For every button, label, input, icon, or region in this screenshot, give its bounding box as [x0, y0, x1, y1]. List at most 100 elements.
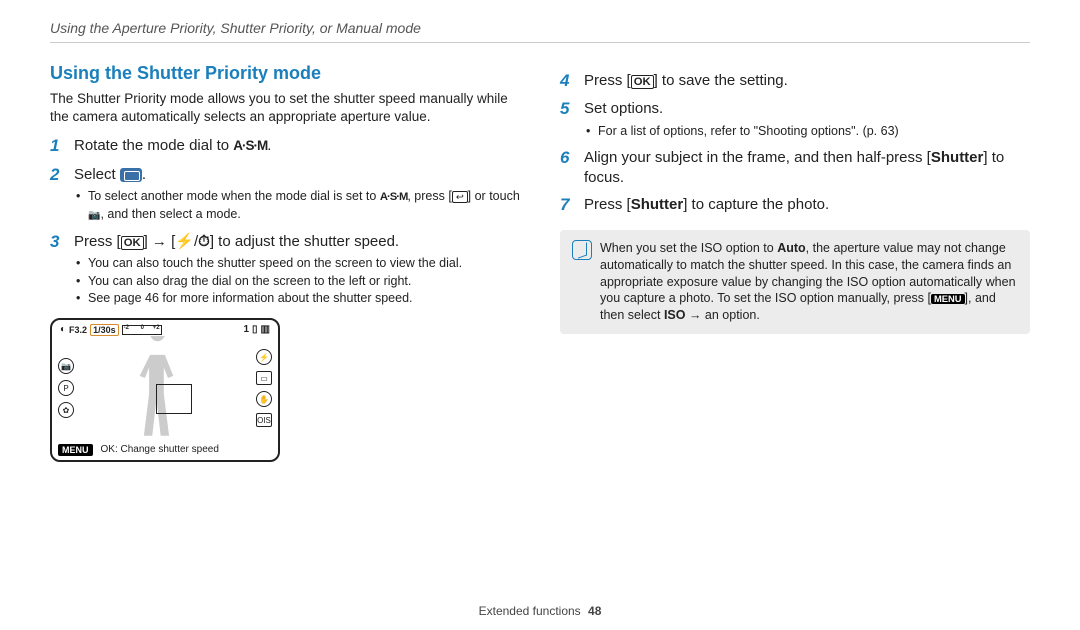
step-7: 7 Press [Shutter] to capture the photo. — [560, 195, 1030, 215]
page-header: Using the Aperture Priority, Shutter Pri… — [50, 20, 1030, 43]
ev-bar: -2 0 +2 — [122, 325, 162, 335]
card-icon: ▯ — [252, 324, 258, 335]
mode-indicator-icon: ◐ — [60, 324, 66, 335]
text: Set options. — [584, 100, 663, 117]
timer-icon: ⏱ — [198, 232, 210, 252]
flash-icon: ⚡ — [175, 232, 194, 252]
text: Select — [74, 166, 120, 183]
step-5: 5 Set options. For a list of options, re… — [560, 99, 1030, 140]
overlay-icon: P — [58, 380, 74, 396]
note-text: When you set the ISO option to Auto, the… — [600, 240, 1018, 324]
steps-list-right: 4 Press [OK] to save the setting. 5 Set … — [560, 71, 1030, 216]
step-6: 6 Align your subject in the frame, and t… — [560, 148, 1030, 187]
text: , and then select a mode. — [100, 207, 240, 221]
step-3: 3 Press [OK] → [⚡/⏱] to adjust the shutt… — [50, 232, 520, 308]
step-number: 3 — [50, 232, 64, 308]
left-column: Using the Shutter Priority mode The Shut… — [50, 63, 520, 462]
menu-badge: MENU — [58, 444, 93, 456]
section-title: Using the Shutter Priority mode — [50, 63, 520, 84]
note-box: When you set the ISO option to Auto, the… — [560, 230, 1030, 334]
substeps: For a list of options, refer to "Shootin… — [584, 123, 1030, 141]
text: ] to save the setting. — [654, 72, 788, 89]
focus-rect — [156, 384, 192, 414]
step-number: 6 — [560, 148, 574, 187]
step-body: Align your subject in the frame, and the… — [584, 148, 1030, 187]
text: ] to capture the photo. — [683, 196, 829, 213]
substep: See page 46 for more information about t… — [74, 290, 520, 308]
substeps: To select another mode when the mode dia… — [74, 188, 520, 223]
arrow-icon: → — [152, 232, 167, 252]
overlay-icon: 📷 — [58, 358, 74, 374]
ev-minus: -2 — [124, 325, 129, 331]
iso-label: ISO — [664, 308, 686, 322]
asm-icon: A·S·M — [380, 190, 408, 206]
shutter-value: 1/30s — [90, 324, 119, 336]
asm-icon: A·S·M — [233, 137, 267, 155]
substep: You can also drag the dial on the screen… — [74, 273, 520, 291]
text: . — [142, 166, 146, 183]
status-right: 1 ▯ ▥ — [243, 324, 270, 335]
step-number: 7 — [560, 195, 574, 215]
size-icon: ▭ — [256, 371, 272, 385]
left-overlay-icons: 📷 P ✿ — [58, 358, 74, 418]
preview-bottombar: MENU OK: Change shutter speed — [58, 441, 272, 456]
right-overlay-icons: ⚡ ▭ ✋ OIS — [256, 349, 272, 427]
shot-count: 1 — [243, 324, 249, 335]
text: [ — [167, 233, 175, 250]
step-body: Set options. For a list of options, refe… — [584, 99, 1030, 140]
text: Align your subject in the frame, and the… — [584, 149, 931, 166]
text: , press [ — [407, 189, 451, 203]
step-number: 5 — [560, 99, 574, 140]
step-4: 4 Press [OK] to save the setting. — [560, 71, 1030, 91]
preview-statusbar: ◐ F3.2 1/30s -2 0 +2 1 ▯ ▥ — [58, 324, 272, 336]
page-number: 48 — [588, 604, 601, 618]
step-number: 1 — [50, 136, 64, 156]
step-body: Press [Shutter] to capture the photo. — [584, 195, 1030, 215]
ev-plus: +2 — [153, 325, 160, 331]
camera-preview: ◐ F3.2 1/30s -2 0 +2 1 ▯ ▥ 📷 — [50, 318, 280, 462]
camera-icon: 📷 — [88, 210, 100, 221]
auto-label: Auto — [777, 241, 805, 255]
footer-label: Extended functions — [479, 604, 581, 618]
overlay-icon: ✿ — [58, 402, 74, 418]
step-body: Press [OK] → [⚡/⏱] to adjust the shutter… — [74, 232, 520, 308]
text: Press [ — [584, 72, 631, 89]
ois-icon: OIS — [256, 413, 272, 427]
text: . — [267, 137, 271, 154]
text: → an option. — [685, 308, 759, 322]
step-2: 2 Select . To select another mode when t… — [50, 165, 520, 224]
text: ] — [144, 233, 152, 250]
back-icon: ↩ — [452, 191, 468, 203]
menu-icon: MENU — [931, 294, 965, 304]
intro-text: The Shutter Priority mode allows you to … — [50, 90, 520, 126]
stabilization-icon: ✋ — [256, 391, 272, 407]
step-number: 2 — [50, 165, 64, 224]
flash-mode-icon: ⚡ — [256, 349, 272, 365]
text: ] or touch — [468, 189, 520, 203]
page-footer: Extended functions 48 — [0, 604, 1080, 618]
substep: For a list of options, refer to "Shootin… — [584, 123, 1030, 141]
text: ] to adjust the shutter speed. — [210, 233, 399, 250]
substeps: You can also touch the shutter speed on … — [74, 255, 520, 308]
status-left: ◐ F3.2 1/30s -2 0 +2 — [60, 324, 162, 336]
text: Press [ — [74, 233, 121, 250]
text: Rotate the mode dial to — [74, 137, 233, 154]
ok-icon: OK — [121, 236, 144, 250]
mode-dial-icon — [120, 168, 142, 182]
step-body: Select . To select another mode when the… — [74, 165, 520, 224]
shutter-label: Shutter — [931, 149, 984, 166]
ok-icon: OK — [631, 75, 654, 89]
subject-silhouette — [74, 336, 256, 441]
text: When you set the ISO option to — [600, 241, 777, 255]
steps-list-left: 1 Rotate the mode dial to A·S·M. 2 Selec… — [50, 136, 520, 307]
battery-icon: ▥ — [261, 324, 270, 335]
ev-zero: 0 — [141, 325, 144, 331]
text: To select another mode when the mode dia… — [88, 189, 380, 203]
note-icon — [572, 240, 592, 260]
shutter-label: Shutter — [631, 196, 684, 213]
right-column: 4 Press [OK] to save the setting. 5 Set … — [560, 63, 1030, 462]
text: Press [ — [584, 196, 631, 213]
hint-text: OK: Change shutter speed — [101, 444, 219, 455]
preview-viewport: 📷 P ✿ ⚡ ▭ ✋ OIS — [58, 336, 272, 441]
aperture-value: F3.2 — [69, 325, 87, 335]
